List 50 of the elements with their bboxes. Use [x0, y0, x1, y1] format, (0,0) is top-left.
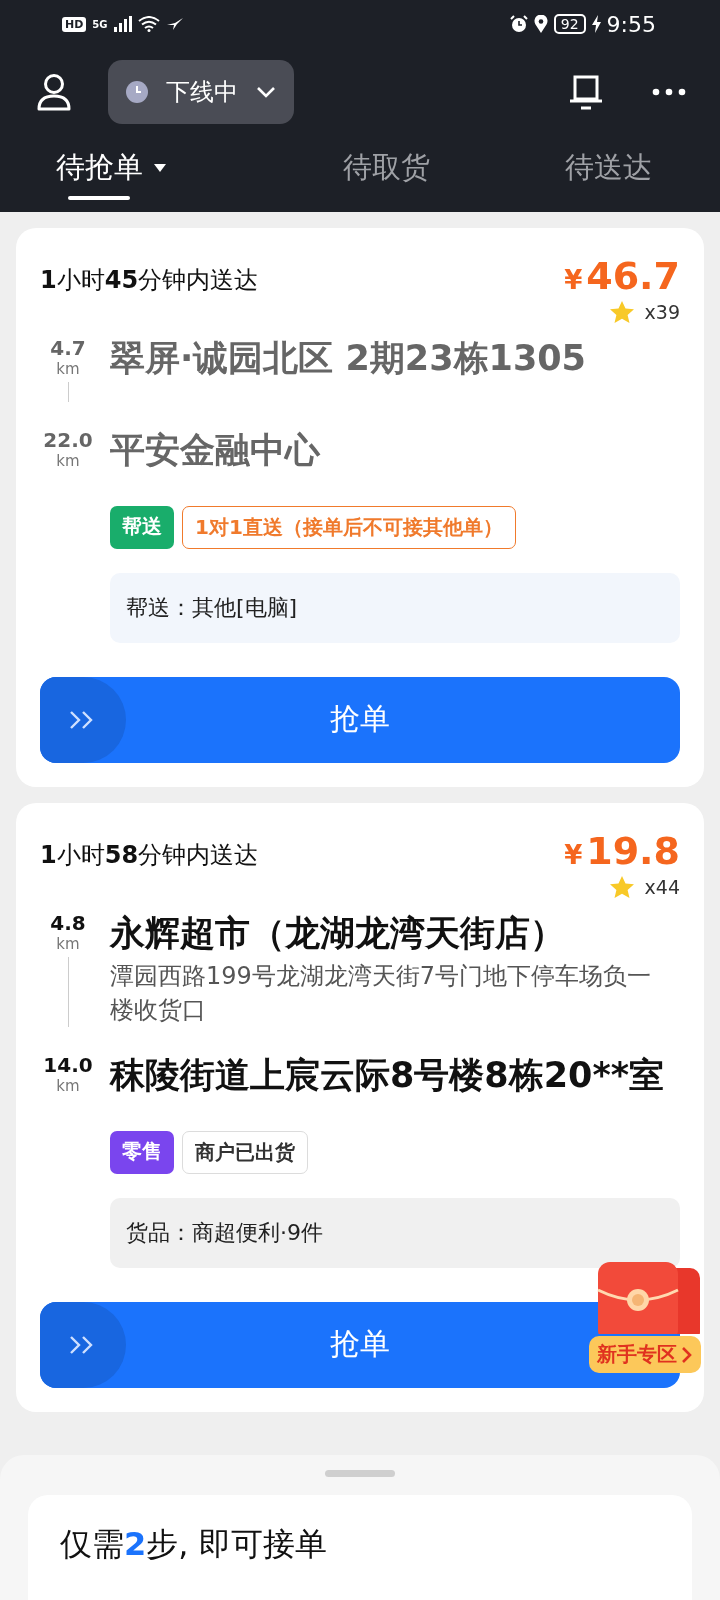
address-detail: 潭园西路199号龙湖龙湾天街7号门地下停车场负一楼收货口 [110, 961, 653, 1026]
chevron-right-icon [681, 1345, 693, 1364]
distance-unit: km [56, 452, 80, 470]
more-icon[interactable] [652, 88, 686, 96]
battery-level: 92 [553, 14, 586, 34]
order-price: ¥46.7 [564, 254, 680, 298]
online-status-dropdown[interactable]: 下线中 [108, 60, 294, 124]
order-note: 货品：商超便利·9件 [110, 1197, 680, 1268]
steps-title: 仅需2步, 即可接单 [60, 1525, 327, 1563]
chevron-down-icon [256, 86, 276, 98]
order-tag: 1对1直送（接单后不可接其他单） [182, 505, 516, 549]
alarm-icon [509, 15, 528, 33]
distance: 4.7 [50, 336, 86, 360]
distance: 14.0 [43, 1053, 93, 1078]
distance-unit: km [56, 360, 80, 378]
reward-count: x44 [644, 875, 680, 898]
status-time: 9:55 [606, 11, 656, 37]
clock-icon [126, 81, 148, 103]
star-icon [608, 300, 635, 324]
signal-icon [113, 16, 132, 32]
user-icon[interactable] [36, 73, 72, 111]
drag-handle[interactable] [325, 1470, 395, 1477]
delivery-deadline: 1小时45分钟内送达 [40, 265, 259, 296]
charging-icon [591, 15, 601, 33]
address: 平安金融中心 [110, 429, 320, 472]
tab[interactable]: 待取货 [338, 136, 434, 200]
location-icon [533, 15, 548, 33]
order-note: 帮送：其他[电脑] [110, 572, 680, 643]
grab-order-button[interactable]: 抢单 [40, 676, 680, 763]
delivery-deadline: 1小时58分钟内送达 [40, 839, 259, 871]
distance-unit: km [56, 934, 80, 953]
distance-unit: km [56, 1077, 80, 1096]
address: 翠屏·诚园北区 2期23栋1305 [110, 337, 586, 380]
order-price: ¥19.8 [564, 828, 680, 873]
reward-count: x39 [644, 301, 680, 323]
distance: 22.0 [43, 428, 93, 452]
order-tag: 商户已出货 [182, 1130, 308, 1174]
tab[interactable]: 待送达 [561, 136, 657, 200]
address: 永辉超市（龙湖龙湾天街店） [110, 911, 566, 955]
order-tag: 零售 [110, 1130, 174, 1174]
distance: 4.8 [50, 910, 86, 935]
dropdown-icon [153, 163, 167, 173]
tab[interactable]: 待抢单 [52, 136, 171, 200]
star-icon [608, 874, 635, 899]
address: 秣陵街道上宸云际8号楼8栋20**室 [110, 1054, 665, 1098]
network-type: 5G [92, 18, 108, 30]
device-icon[interactable] [568, 73, 604, 111]
hd-indicator: HD [62, 16, 87, 32]
order-tag: 帮送 [110, 505, 174, 549]
wifi-icon [137, 16, 160, 32]
